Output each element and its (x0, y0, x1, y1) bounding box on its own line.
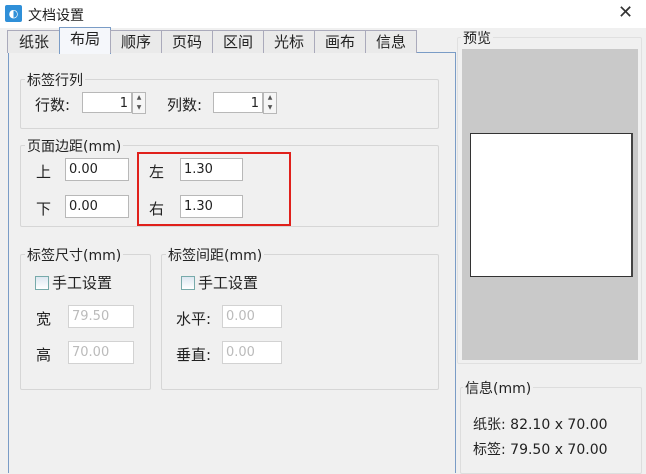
tab-canvas[interactable]: 画布 (314, 30, 366, 53)
width-label: 宽 (36, 310, 52, 328)
tab-info[interactable]: 信息 (365, 30, 417, 53)
info-title: 信息(mm) (463, 378, 534, 398)
width-input[interactable]: 79.50 (68, 305, 134, 328)
cols-input[interactable]: 1 (213, 92, 263, 113)
preview-label (470, 133, 633, 277)
rows-input[interactable]: 1 (82, 92, 132, 113)
vertical-gap-label: 垂直: (176, 346, 212, 364)
tab-cursor[interactable]: 光标 (263, 30, 315, 53)
margin-top-input[interactable]: 0.00 (65, 158, 129, 181)
gap-manual-label: 手工设置 (198, 274, 259, 292)
cols-label: 列数: (167, 96, 203, 114)
tab-page-number[interactable]: 页码 (161, 30, 213, 53)
margin-bottom-input[interactable]: 0.00 (65, 195, 129, 218)
preview-title: 预览 (461, 28, 493, 48)
margin-top-label: 上 (36, 163, 52, 181)
highlight-box (137, 152, 291, 226)
height-label: 高 (36, 346, 52, 364)
label-size-text: 标签: 79.50 x 70.00 (473, 442, 608, 458)
tab-layout[interactable]: 布局 (59, 27, 111, 54)
rows-spinner[interactable]: ▲ ▼ (132, 92, 146, 114)
horizontal-gap-label: 水平: (176, 310, 212, 328)
size-manual-label: 手工设置 (52, 274, 113, 292)
app-icon: ◐ (5, 5, 22, 22)
window-title: 文档设置 (28, 8, 84, 24)
cols-spinner[interactable]: ▲ ▼ (263, 92, 277, 114)
label-size-title: 标签尺寸(mm) (25, 245, 124, 265)
margins-title: 页面边距(mm) (25, 136, 124, 156)
size-manual-checkbox[interactable] (35, 276, 49, 290)
gap-manual-checkbox[interactable] (181, 276, 195, 290)
label-gap-title: 标签间距(mm) (166, 245, 265, 265)
tab-order[interactable]: 顺序 (110, 30, 162, 53)
vertical-gap-input[interactable]: 0.00 (222, 341, 282, 364)
tab-range[interactable]: 区间 (212, 30, 264, 53)
paper-size-text: 纸张: 82.10 x 70.00 (473, 417, 608, 433)
horizontal-gap-input[interactable]: 0.00 (222, 305, 282, 328)
rows-cols-title: 标签行列 (25, 70, 85, 90)
rows-label: 行数: (35, 96, 71, 114)
height-input[interactable]: 70.00 (68, 341, 134, 364)
title-bar: ◐ 文档设置 ✕ (0, 0, 646, 28)
margin-bottom-label: 下 (36, 200, 52, 218)
close-icon[interactable]: ✕ (618, 2, 633, 23)
tab-paper[interactable]: 纸张 (7, 30, 61, 53)
